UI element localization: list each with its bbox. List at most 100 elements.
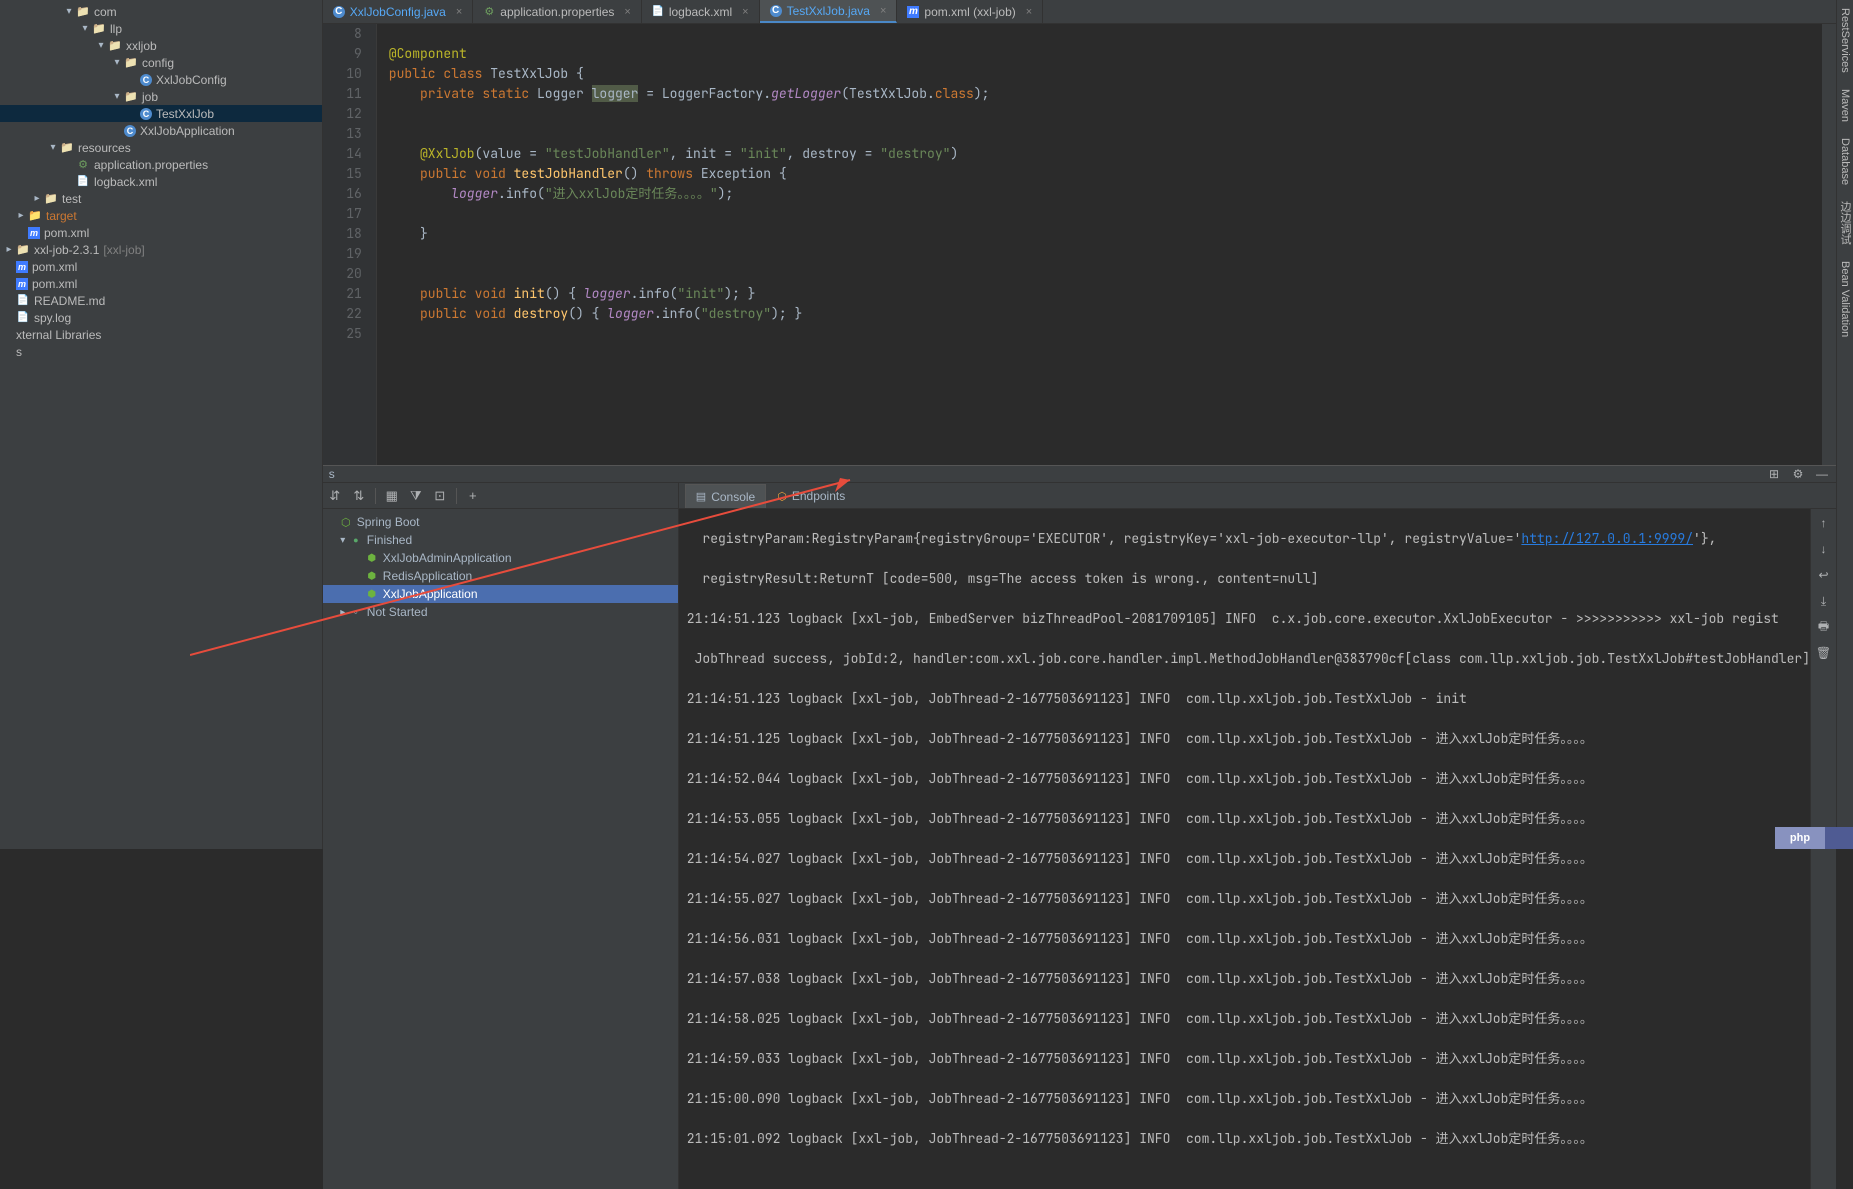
- tree-item[interactable]: application.properties: [0, 156, 322, 173]
- tree-item[interactable]: pom.xml: [0, 275, 322, 292]
- close-icon[interactable]: ×: [624, 6, 630, 18]
- tree-arrow-icon[interactable]: [16, 211, 26, 221]
- scroll-icon[interactable]: ⤓: [1816, 593, 1832, 609]
- editor-tab[interactable]: XxlJobConfig.java×: [323, 0, 474, 23]
- line-number[interactable]: 15: [323, 164, 362, 184]
- tree-arrow-icon[interactable]: [128, 109, 138, 119]
- tree-item[interactable]: llp: [0, 20, 322, 37]
- log-link[interactable]: http://127.0.0.1:9999/: [1521, 530, 1693, 547]
- line-number[interactable]: 8: [323, 24, 362, 44]
- tree-arrow-icon[interactable]: [4, 296, 14, 306]
- tree-item[interactable]: README.md: [0, 292, 322, 309]
- tree-item[interactable]: com: [0, 3, 322, 20]
- tab-endpoints[interactable]: ⬡Endpoints: [766, 484, 856, 508]
- tree-arrow-icon[interactable]: [80, 24, 90, 34]
- tree-item[interactable]: config: [0, 54, 322, 71]
- close-icon[interactable]: ×: [1026, 6, 1032, 18]
- tree-item[interactable]: XxlJobConfig: [0, 71, 322, 88]
- expand-icon[interactable]: ⇵: [327, 488, 343, 504]
- line-number[interactable]: 16: [323, 184, 362, 204]
- tree-arrow-icon[interactable]: [48, 143, 58, 153]
- line-number[interactable]: 21: [323, 284, 362, 304]
- tree-arrow-icon[interactable]: [4, 313, 14, 323]
- run-app-1[interactable]: RedisApplication: [323, 567, 678, 585]
- code-editor[interactable]: 891011121314151617181920212225 @Componen…: [323, 24, 1836, 465]
- line-number[interactable]: 9: [323, 44, 362, 64]
- editor-tab[interactable]: logback.xml×: [642, 0, 760, 23]
- line-number[interactable]: 13: [323, 124, 362, 144]
- tree-arrow-icon[interactable]: [4, 262, 14, 272]
- editor-tab[interactable]: pom.xml (xxl-job)×: [897, 0, 1043, 23]
- tree-arrow-icon[interactable]: [4, 330, 14, 340]
- filter-icon[interactable]: ⧩: [408, 488, 424, 504]
- close-icon[interactable]: ×: [742, 6, 748, 18]
- editor-tab[interactable]: TestXxlJob.java×: [760, 0, 898, 23]
- layout-icon[interactable]: ⊡: [432, 488, 448, 504]
- tree-arrow-icon[interactable]: [112, 58, 122, 68]
- line-number[interactable]: 20: [323, 264, 362, 284]
- line-number[interactable]: 22: [323, 304, 362, 324]
- tree-item[interactable]: xxljob: [0, 37, 322, 54]
- run-finished[interactable]: Finished: [323, 531, 678, 549]
- tool-beanvalidation[interactable]: Bean Validation: [1839, 257, 1851, 341]
- console-output[interactable]: registryParam:RegistryParam{registryGrou…: [679, 509, 1810, 1189]
- run-notstarted[interactable]: ◦Not Started: [323, 603, 678, 621]
- line-number[interactable]: 12: [323, 104, 362, 124]
- tree-arrow-icon[interactable]: [4, 279, 14, 289]
- tree-arrow-icon[interactable]: [32, 194, 42, 204]
- tree-item[interactable]: xxl-job-2.3.1[xxl-job]: [0, 241, 322, 258]
- run-root[interactable]: Spring Boot: [323, 513, 678, 531]
- tree-item[interactable]: s: [0, 343, 322, 360]
- tree-arrow-icon[interactable]: [64, 160, 74, 170]
- run-tree[interactable]: Spring Boot Finished XxlJobAdminApplicat…: [323, 509, 678, 1189]
- close-icon[interactable]: ×: [880, 5, 886, 17]
- tree-arrow-icon[interactable]: [64, 177, 74, 187]
- layout-icon[interactable]: ⊞: [1766, 466, 1782, 482]
- editor-minimap[interactable]: [1822, 24, 1836, 465]
- editor-tab[interactable]: application.properties×: [473, 0, 642, 23]
- tree-arrow-icon[interactable]: [112, 126, 122, 136]
- tree-arrow-icon[interactable]: [64, 7, 74, 17]
- tree-item[interactable]: resources: [0, 139, 322, 156]
- line-number[interactable]: 18: [323, 224, 362, 244]
- tab-console[interactable]: ▤Console: [685, 484, 766, 508]
- line-number[interactable]: 14: [323, 144, 362, 164]
- wrap-icon[interactable]: ↩: [1816, 567, 1832, 583]
- tool-restservices[interactable]: RestServices: [1839, 4, 1851, 77]
- tree-arrow-icon[interactable]: [4, 245, 14, 255]
- tree-item[interactable]: job: [0, 88, 322, 105]
- tree-item[interactable]: pom.xml: [0, 224, 322, 241]
- tree-item[interactable]: TestXxlJob: [0, 105, 322, 122]
- tree-item[interactable]: pom.xml: [0, 258, 322, 275]
- tree-item[interactable]: XxlJobApplication: [0, 122, 322, 139]
- close-icon[interactable]: ×: [456, 6, 462, 18]
- gear-icon[interactable]: ⚙: [1790, 466, 1806, 482]
- down-icon[interactable]: ↓: [1816, 541, 1832, 557]
- tree-item[interactable]: xternal Libraries: [0, 326, 322, 343]
- line-number[interactable]: 25: [323, 324, 362, 344]
- tree-item[interactable]: test: [0, 190, 322, 207]
- tree-arrow-icon[interactable]: [128, 75, 138, 85]
- tree-arrow-icon[interactable]: [4, 347, 14, 357]
- line-number[interactable]: 19: [323, 244, 362, 264]
- add-icon[interactable]: +: [465, 488, 481, 504]
- tree-arrow-icon[interactable]: [96, 41, 106, 51]
- run-app-0[interactable]: XxlJobAdminApplication: [323, 549, 678, 567]
- tool-debug[interactable]: 边边调试: [1837, 197, 1853, 249]
- up-icon[interactable]: ↑: [1816, 515, 1832, 531]
- tool-database[interactable]: Database: [1839, 134, 1851, 189]
- tree-item[interactable]: target: [0, 207, 322, 224]
- code-body[interactable]: @Component public class TestXxlJob { pri…: [377, 24, 1822, 465]
- tree-arrow-icon[interactable]: [112, 92, 122, 102]
- line-number[interactable]: 10: [323, 64, 362, 84]
- print-icon[interactable]: 🖶: [1816, 619, 1832, 635]
- project-tree[interactable]: comllpxxljobconfigXxlJobConfigjobTestXxl…: [0, 0, 323, 849]
- run-app-2[interactable]: XxlJobApplication: [323, 585, 678, 603]
- tree-item[interactable]: spy.log: [0, 309, 322, 326]
- clear-icon[interactable]: 🗑: [1816, 645, 1832, 661]
- grid-icon[interactable]: ▦: [384, 488, 400, 504]
- tree-arrow-icon[interactable]: [16, 228, 26, 238]
- line-number[interactable]: 17: [323, 204, 362, 224]
- tree-item[interactable]: logback.xml: [0, 173, 322, 190]
- tool-maven[interactable]: Maven: [1839, 85, 1851, 126]
